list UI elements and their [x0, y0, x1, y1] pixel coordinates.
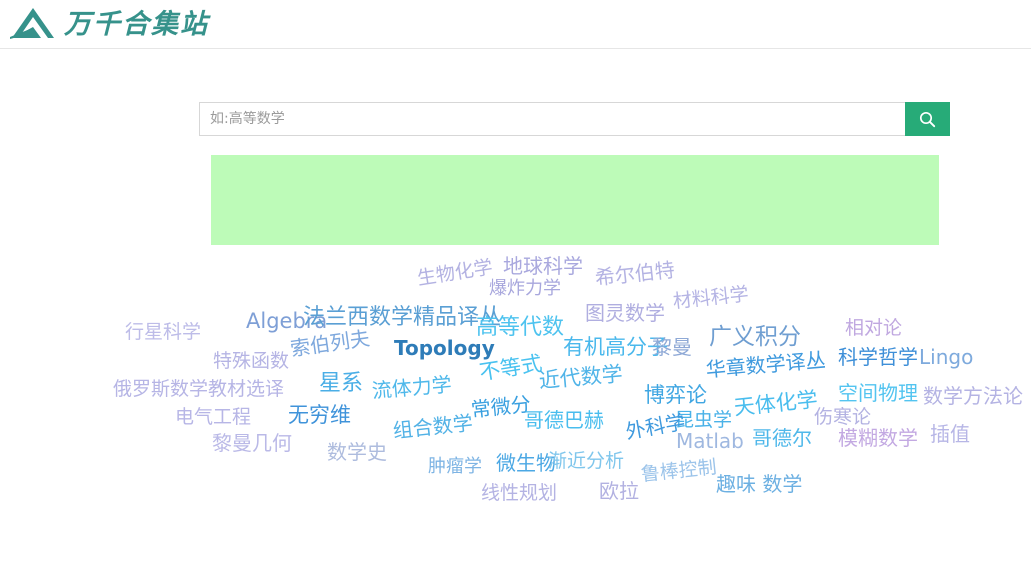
word-cloud-tag[interactable]: 特殊函数 [213, 352, 289, 371]
word-cloud-tag[interactable]: 哥德尔 [752, 428, 812, 448]
word-cloud-tag[interactable]: 肿瘤学 [428, 458, 482, 476]
search-form [199, 102, 950, 136]
word-cloud-tag[interactable]: 空间物理 [838, 383, 918, 403]
word-cloud-tag[interactable]: 生物化学 [416, 256, 495, 290]
search-input[interactable] [199, 102, 905, 136]
word-cloud-tag[interactable]: 科学哲学 [838, 347, 918, 367]
word-cloud-tag[interactable]: 希尔伯特 [594, 258, 676, 290]
word-cloud-tag[interactable]: 趣味 数学 [716, 474, 802, 494]
word-cloud-tag[interactable]: Topology [394, 338, 495, 358]
site-header: 万千合集站 [0, 0, 1031, 49]
word-cloud-tag[interactable]: 伤寒论 [814, 408, 871, 427]
search-button[interactable] [905, 102, 950, 136]
word-cloud-tag[interactable]: 组合数学 [392, 411, 474, 443]
ad-banner-panel[interactable] [211, 155, 939, 245]
word-cloud-tag[interactable]: 星系 [319, 373, 363, 395]
word-cloud-tag[interactable]: 插值 [930, 424, 970, 444]
word-cloud-tag[interactable]: 行星科学 [125, 323, 201, 342]
word-cloud-tag[interactable]: 材料科学 [672, 283, 750, 313]
word-cloud-tag[interactable]: 俄罗斯数学教材选译 [113, 380, 284, 399]
word-cloud-tag[interactable]: 哥德巴赫 [524, 410, 604, 430]
word-cloud-tag[interactable]: 线性规划 [481, 484, 557, 503]
site-logo-text: 万千合集站 [64, 8, 209, 40]
word-cloud-tag[interactable]: 华章数学译丛 [705, 348, 827, 382]
word-cloud-tag[interactable]: 黎曼几何 [212, 433, 292, 453]
word-cloud-tag[interactable]: 博弈论 [644, 385, 707, 406]
word-cloud-tag[interactable]: 爆炸力学 [489, 280, 561, 298]
word-cloud-tag[interactable]: 模糊数学 [838, 428, 918, 448]
site-logo-link[interactable]: 万千合集站 [8, 4, 209, 44]
word-cloud-tag[interactable]: 天体化学 [733, 387, 819, 420]
word-cloud-tag[interactable]: 图灵数学 [585, 303, 665, 323]
word-cloud-tag[interactable]: Lingo [919, 347, 973, 367]
page-root: 万千合集站 地球科学生物化学爆炸力学希尔伯特材料科学图灵数学Algebra法兰西… [0, 0, 1031, 580]
word-cloud-tag[interactable]: 数学史 [327, 442, 387, 462]
word-cloud-tag[interactable]: 渐近分析 [548, 452, 624, 471]
search-icon [919, 111, 936, 128]
word-cloud-tag[interactable]: 近代数学 [538, 362, 624, 393]
word-cloud-tag[interactable]: 欧拉 [599, 481, 639, 501]
word-cloud-tag[interactable]: 数学方法论 [923, 386, 1023, 406]
word-cloud-tag[interactable]: 广义积分 [709, 326, 801, 349]
word-cloud-tag[interactable]: 电气工程 [175, 408, 251, 427]
word-cloud-tag[interactable]: 鲁棒控制 [640, 456, 718, 486]
word-cloud-tag[interactable]: 常微分 [470, 392, 532, 422]
word-cloud-tag[interactable]: Matlab [676, 431, 744, 451]
word-cloud-tag[interactable]: 法兰西数学精品译丛 [303, 307, 501, 329]
word-cloud-tag[interactable]: 黎曼 [652, 337, 692, 357]
word-cloud-tag[interactable]: 地球科学 [503, 256, 583, 276]
mountain-a-logo-icon [8, 4, 58, 44]
word-cloud-tag[interactable]: 微生物 [496, 453, 556, 473]
word-cloud-tag[interactable]: 相对论 [845, 319, 902, 338]
word-cloud-tag[interactable]: 无穷维 [288, 405, 351, 426]
tag-word-cloud: 地球科学 生物化学 爆炸力学 希尔伯特 材料科学 图灵数学 Algebra 法兰西数学精品译丛… [0, 250, 1031, 520]
word-cloud-tag[interactable]: 流体力学 [371, 372, 453, 403]
